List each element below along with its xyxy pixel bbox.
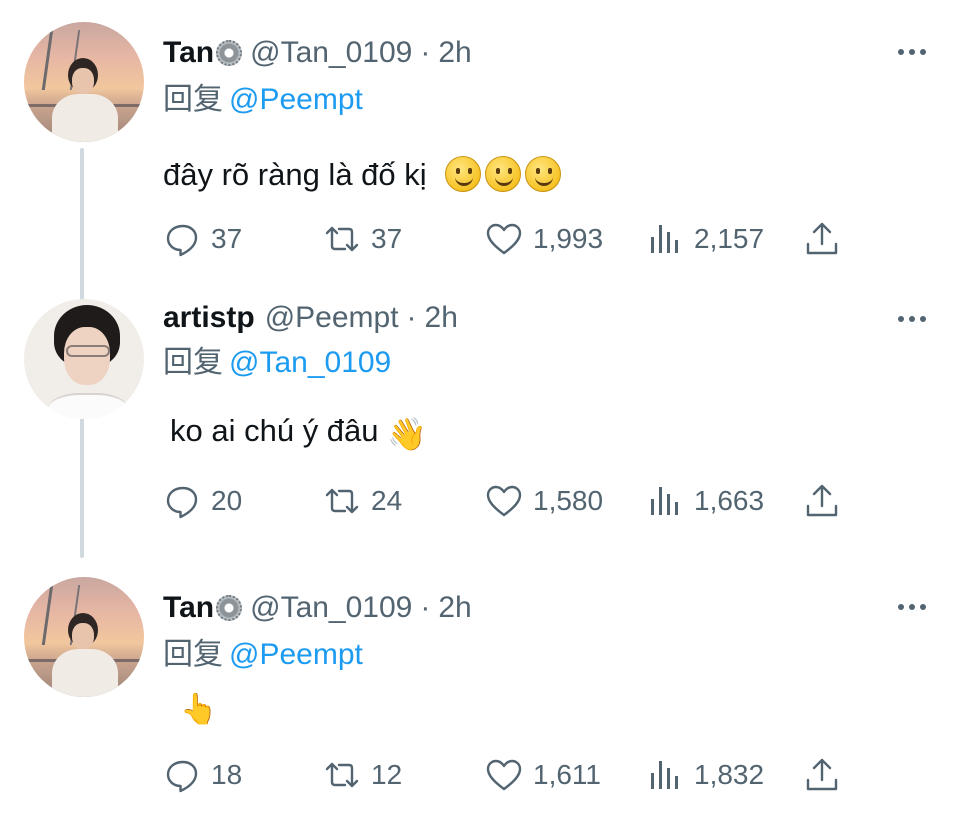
reply-prefix: 回复 (163, 346, 223, 379)
retweet-button[interactable]: 24 (323, 482, 402, 520)
separator-dot: · (420, 36, 431, 69)
retweet-icon (325, 226, 359, 252)
pointing-up-icon: 👆 (180, 693, 218, 726)
views-chart-icon (651, 225, 678, 253)
reply-prefix: 回复 (163, 83, 223, 116)
retweet-button[interactable]: 37 (323, 220, 402, 258)
retweet-icon (325, 488, 359, 514)
tweet-text-content: đây rõ ràng là đố kị (163, 157, 427, 192)
reply-count: 20 (211, 485, 243, 516)
reply-count: 18 (211, 759, 243, 790)
more-dot-icon (898, 316, 904, 322)
replying-to: 回复 @Tan_0109 (163, 345, 391, 381)
more-dot-icon (898, 49, 904, 55)
heart-icon (486, 485, 522, 517)
timestamp[interactable]: 2h (425, 300, 458, 336)
retweet-count: 12 (371, 759, 403, 790)
waving-hand-icon: 👋 (387, 416, 427, 452)
reply-count: 37 (211, 223, 243, 254)
avatar[interactable] (24, 22, 144, 142)
share-button[interactable] (803, 482, 841, 520)
reply-icon (166, 224, 198, 257)
tweet[interactable]: Tan @Tan_0109 · 2h 回复 @Peempt 👆 18 12 1,… (0, 555, 960, 813)
tweet-actions: 37 37 1,993 2,157 (163, 219, 843, 259)
like-count: 1,580 (533, 485, 604, 516)
view-count: 2,157 (694, 223, 765, 254)
share-button[interactable] (803, 220, 841, 258)
emoji-group (444, 156, 565, 192)
tweet-header: Tan @Tan_0109 · 2h (163, 35, 472, 71)
reply-button[interactable]: 37 (163, 220, 242, 258)
mention-link[interactable]: @Peempt (229, 638, 363, 671)
replying-to: 回复 @Peempt (163, 82, 363, 118)
gear-icon (216, 595, 243, 621)
mention-link[interactable]: @Peempt (229, 83, 363, 116)
display-name[interactable]: artistp (163, 300, 255, 336)
views-button[interactable]: 1,663 (646, 482, 764, 520)
share-button[interactable] (803, 756, 841, 794)
separator-dot: · (420, 591, 431, 624)
smiling-face-icon (484, 156, 521, 192)
views-chart-icon (651, 487, 678, 515)
retweet-button[interactable]: 12 (323, 756, 402, 794)
replying-to: 回复 @Peempt (163, 637, 363, 673)
view-count: 1,832 (694, 759, 765, 790)
tweet[interactable]: artistp @Peempt · 2h 回复 @Tan_0109 ko ai c… (0, 285, 960, 555)
share-icon (806, 758, 838, 791)
like-count: 1,993 (533, 223, 604, 254)
tweet-header: Tan @Tan_0109 · 2h (163, 590, 472, 626)
timestamp[interactable]: 2h (438, 35, 471, 71)
views-button[interactable]: 2,157 (646, 220, 764, 258)
reply-icon (166, 486, 198, 519)
tweet-text: 👆 (180, 685, 217, 726)
views-chart-icon (651, 761, 678, 789)
tweet-actions: 18 12 1,611 1,832 (163, 755, 843, 795)
view-count: 1,663 (694, 485, 765, 516)
tweet-text: đây rõ ràng là đố kị (163, 155, 565, 195)
reply-button[interactable]: 20 (163, 482, 242, 520)
more-options-button[interactable] (896, 42, 928, 62)
user-handle[interactable]: @Peempt (265, 300, 399, 336)
smiling-face-icon (444, 156, 481, 192)
share-icon (806, 484, 838, 517)
separator-dot: · (406, 301, 417, 334)
like-count: 1,611 (533, 759, 601, 790)
avatar[interactable] (24, 299, 144, 419)
tweet[interactable]: Tan @Tan_0109 · 2h 回复 @Peempt đây rõ ràng… (0, 0, 960, 290)
like-button[interactable]: 1,580 (485, 482, 603, 520)
reply-prefix: 回复 (163, 638, 223, 671)
display-name[interactable]: Tan (163, 35, 214, 71)
heart-icon (486, 223, 522, 255)
user-handle[interactable]: @Tan_0109 (250, 590, 412, 626)
mention-link[interactable]: @Tan_0109 (229, 346, 391, 379)
display-name[interactable]: Tan (163, 590, 214, 626)
more-options-button[interactable] (896, 309, 928, 329)
heart-icon (486, 759, 522, 791)
retweet-icon (325, 762, 359, 788)
views-button[interactable]: 1,832 (646, 756, 764, 794)
more-options-button[interactable] (896, 597, 928, 617)
retweet-count: 24 (371, 485, 403, 516)
timestamp[interactable]: 2h (438, 590, 471, 626)
tweet-text: ko ai chú ý đâu 👋 (170, 411, 427, 451)
tweet-actions: 20 24 1,580 1,663 (163, 481, 843, 521)
user-handle[interactable]: @Tan_0109 (250, 35, 412, 71)
reply-button[interactable]: 18 (163, 756, 242, 794)
reply-thread: Tan @Tan_0109 · 2h 回复 @Peempt đây rõ ràng… (0, 0, 960, 813)
share-icon (806, 222, 838, 255)
smiling-face-icon (524, 156, 561, 192)
more-dot-icon (898, 604, 904, 610)
gear-icon (216, 40, 243, 66)
like-button[interactable]: 1,611 (485, 756, 601, 794)
like-button[interactable]: 1,993 (485, 220, 603, 258)
avatar[interactable] (24, 577, 144, 697)
reply-icon (166, 760, 198, 793)
tweet-text-content: ko ai chú ý đâu (170, 413, 379, 448)
retweet-count: 37 (371, 223, 403, 254)
tweet-header: artistp @Peempt · 2h (163, 300, 458, 336)
